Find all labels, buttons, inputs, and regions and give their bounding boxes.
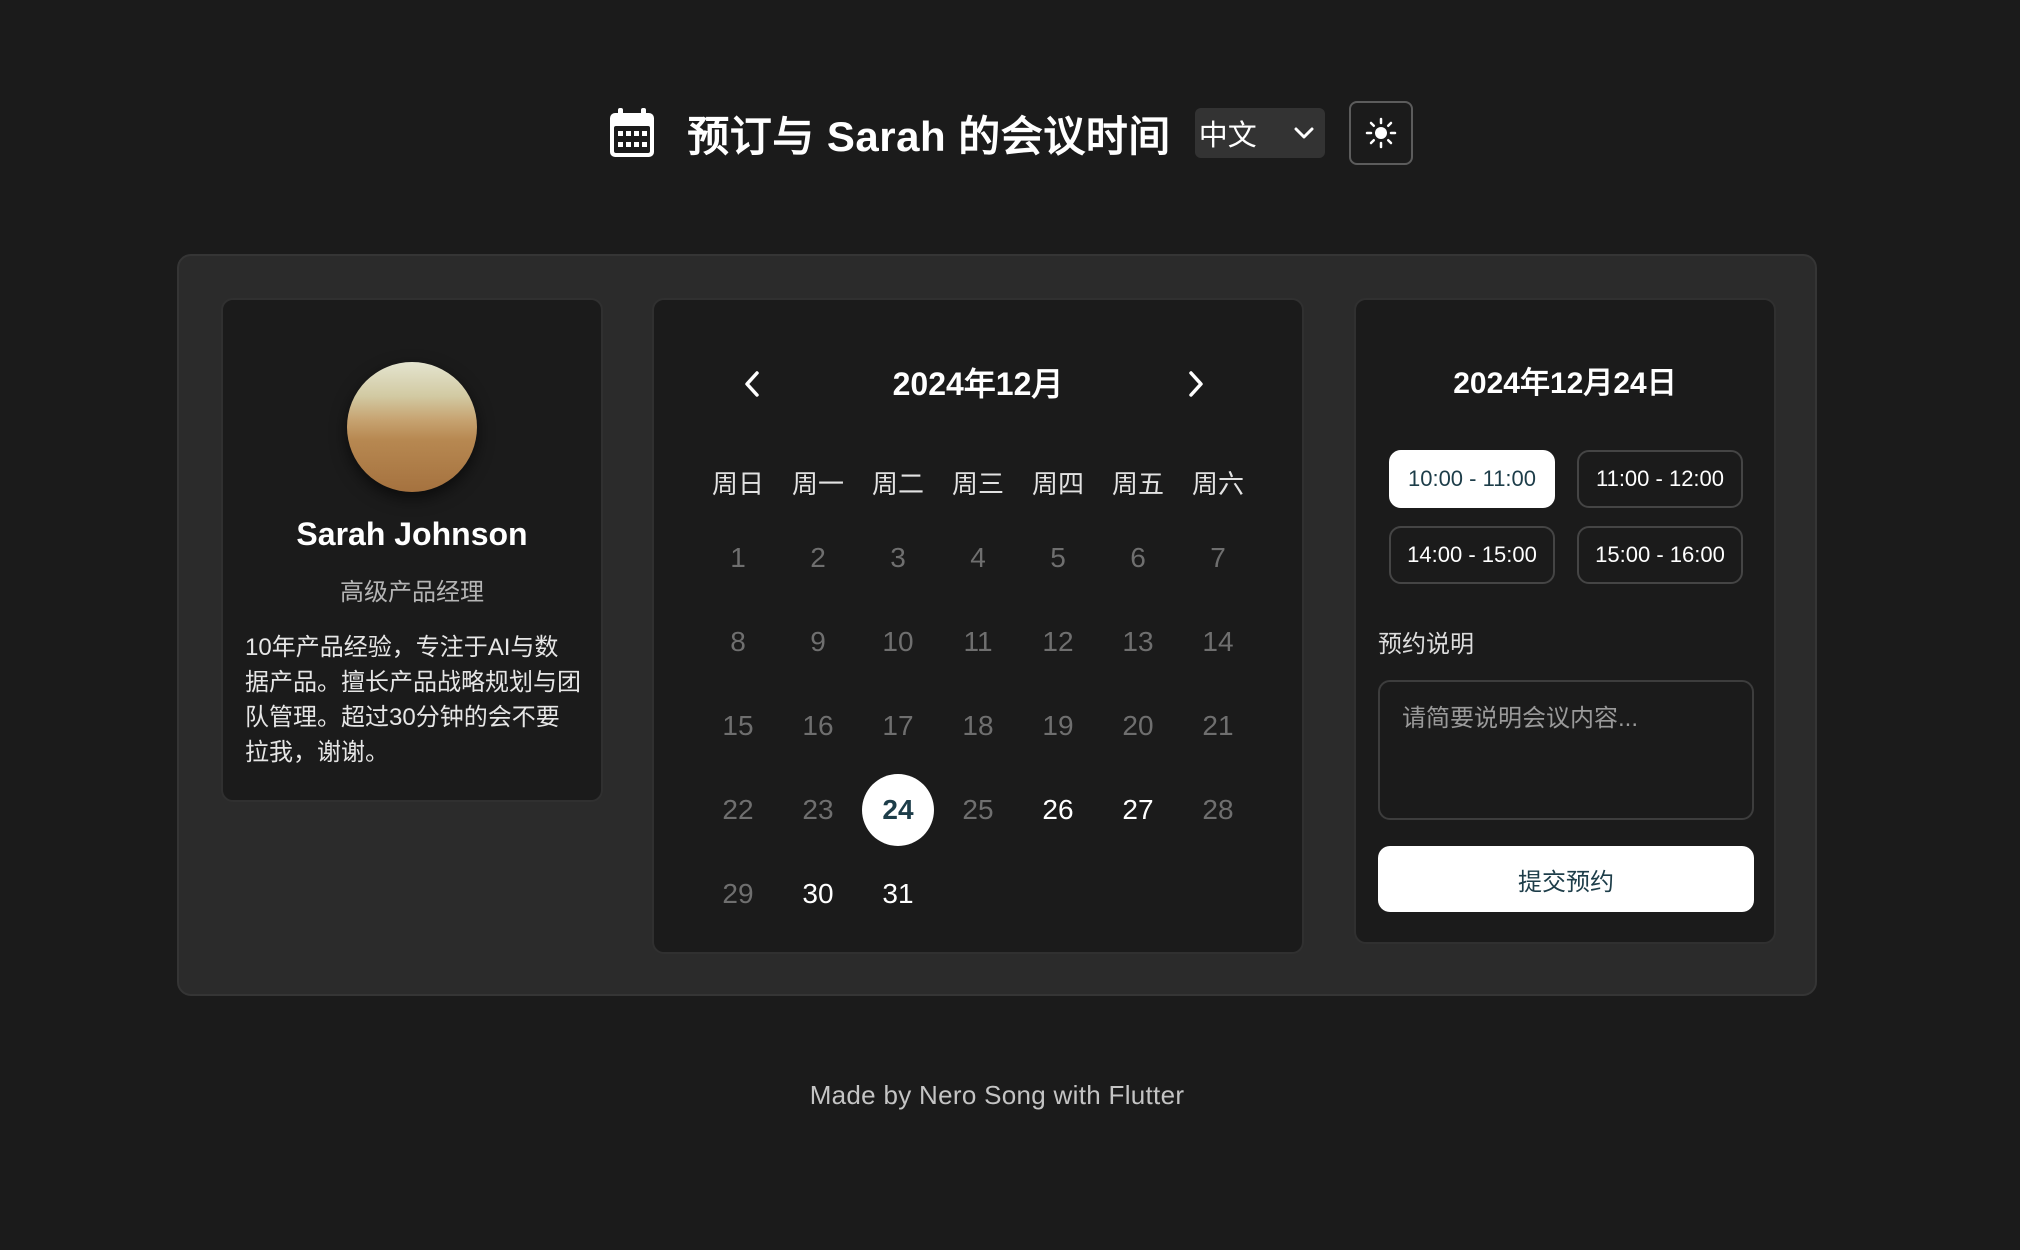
calendar-day: 13 [1098,600,1178,684]
note-label: 预约说明 [1378,631,1474,658]
profile-role: 高级产品经理 [340,579,484,606]
calendar-day-number: 19 [1042,710,1074,741]
calendar-day-number: 7 [1210,542,1226,573]
theme-toggle-button[interactable] [1348,101,1413,165]
profile-name: Sarah Johnson [296,516,528,552]
calendar-day-number: 20 [1122,710,1154,741]
time-slot-button[interactable]: 10:00 - 11:00 [1389,450,1555,508]
calendar-day-number: 18 [962,710,994,741]
time-slot-button[interactable]: 11:00 - 12:00 [1577,450,1743,508]
calendar-day: 29 [698,852,778,936]
calendar-day: 2 [778,516,858,600]
calendar-day-number: 1 [730,542,746,573]
calendar-day: 20 [1098,684,1178,768]
calendar-day[interactable]: 26 [1018,768,1098,852]
footer-credit: Made by Nero Song with Flutter [809,1080,1185,1110]
profile-bio: 10年产品经验，专注于AI与数据产品。擅长产品战略规划与团队管理。超过30分钟的… [245,634,581,766]
chevron-down-icon [1293,126,1315,140]
calendar-day-number: 24 [862,774,934,846]
calendar-day-number: 16 [802,710,834,741]
calendar-day-number: 29 [722,878,754,909]
calendar-day-number: 14 [1202,626,1234,657]
calendar-day-number: 2 [810,542,826,573]
calendar-day-number: 13 [1122,626,1154,657]
calendar-day: 3 [858,516,938,600]
calendar-day-number: 11 [963,626,993,657]
avatar [347,362,477,492]
calendar-day: 16 [778,684,858,768]
page-header: 预订与 Sarah 的会议时间 中文 [0,100,2020,166]
calendar-day-number: 30 [802,878,834,909]
calendar-day[interactable]: 30 [778,852,858,936]
calendar-day[interactable]: 24 [858,768,938,852]
calendar-day[interactable]: 27 [1098,768,1178,852]
weekday-label: 周二 [871,469,924,499]
submit-booking-button[interactable]: 提交预约 [1378,846,1754,912]
calendar-day: 8 [698,600,778,684]
calendar-icon [607,107,657,159]
calendar-day-number: 23 [802,794,834,825]
calendar-day-number: 4 [970,542,986,573]
calendar-day-number: 3 [890,542,906,573]
calendar-day: 15 [698,684,778,768]
calendar-day-number: 26 [1042,794,1074,825]
profile-panel: Sarah Johnson 高级产品经理 10年产品经验，专注于AI与数据产品。… [221,298,603,802]
calendar-day-number: 5 [1050,542,1066,573]
weekday-label: 周一 [791,469,844,499]
calendar-day: 12 [1018,600,1098,684]
calendar-day: 11 [938,600,1018,684]
weekday-label: 周日 [711,469,764,499]
calendar-day: 7 [1178,516,1258,600]
calendar-day-number: 25 [962,794,994,825]
weekday-label: 周三 [951,469,1004,499]
calendar-day[interactable]: 31 [858,852,938,936]
calendar-day-number: 28 [1202,794,1234,825]
next-month-button[interactable] [1176,364,1216,404]
weekday-label: 周六 [1191,469,1244,499]
calendar-day-number: 31 [882,878,914,909]
language-select-value: 中文 [1198,120,1257,152]
meeting-note-input[interactable] [1378,680,1754,820]
calendar-day: 1 [698,516,778,600]
calendar-day-number: 6 [1130,542,1146,573]
calendar-day-number: 17 [882,710,914,741]
calendar-day: 22 [698,768,778,852]
calendar-day-number: 9 [810,626,826,657]
calendar-day: 10 [858,600,938,684]
booking-panel: 2024年12月24日 10:00 - 11:00 11:00 - 12:00 … [1354,298,1776,944]
calendar-day: 21 [1178,684,1258,768]
calendar-day: 19 [1018,684,1098,768]
calendar-day-number: 21 [1202,710,1234,741]
booking-card: Sarah Johnson 高级产品经理 10年产品经验，专注于AI与数据产品。… [177,254,1817,996]
time-slot-button[interactable]: 14:00 - 15:00 [1389,526,1555,584]
calendar-panel: 2024年12月 周日 周一 周二 周三 周四 周五 周六 1234567891… [652,298,1304,954]
calendar-day: 28 [1178,768,1258,852]
calendar-day: 9 [778,600,858,684]
calendar-day-grid: 1 2 3 4 5 6 7 8 9 10 11 12 13 14 15 16 17 18 19 20 21 22 23 24 2… [698,516,1258,936]
weekday-label: 周四 [1031,469,1084,499]
time-slot-button[interactable]: 15:00 - 16:00 [1577,526,1743,584]
calendar-day-number: 8 [730,626,746,657]
page-title: 预订与 Sarah 的会议时间 [687,112,1171,160]
calendar-day-number: 15 [722,710,754,741]
language-select[interactable]: 中文 [1194,108,1325,158]
calendar-day: 23 [778,768,858,852]
calendar-day-number: 22 [722,794,754,825]
calendar-day: 25 [938,768,1018,852]
calendar-day-number: 10 [882,626,914,657]
selected-date-title: 2024年12月24日 [1453,367,1677,400]
weekday-label: 周五 [1111,469,1164,499]
calendar-day: 6 [1098,516,1178,600]
chevron-right-icon [1186,370,1206,398]
calendar-day: 18 [938,684,1018,768]
calendar-day: 14 [1178,600,1258,684]
sun-icon [1365,117,1397,149]
calendar-day-number: 27 [1122,794,1154,825]
calendar-day: 4 [938,516,1018,600]
weekday-header: 周日 周一 周二 周三 周四 周五 周六 [698,464,1258,501]
calendar-day: 17 [858,684,938,768]
calendar-day-number: 12 [1042,626,1074,657]
calendar-day: 5 [1018,516,1098,600]
